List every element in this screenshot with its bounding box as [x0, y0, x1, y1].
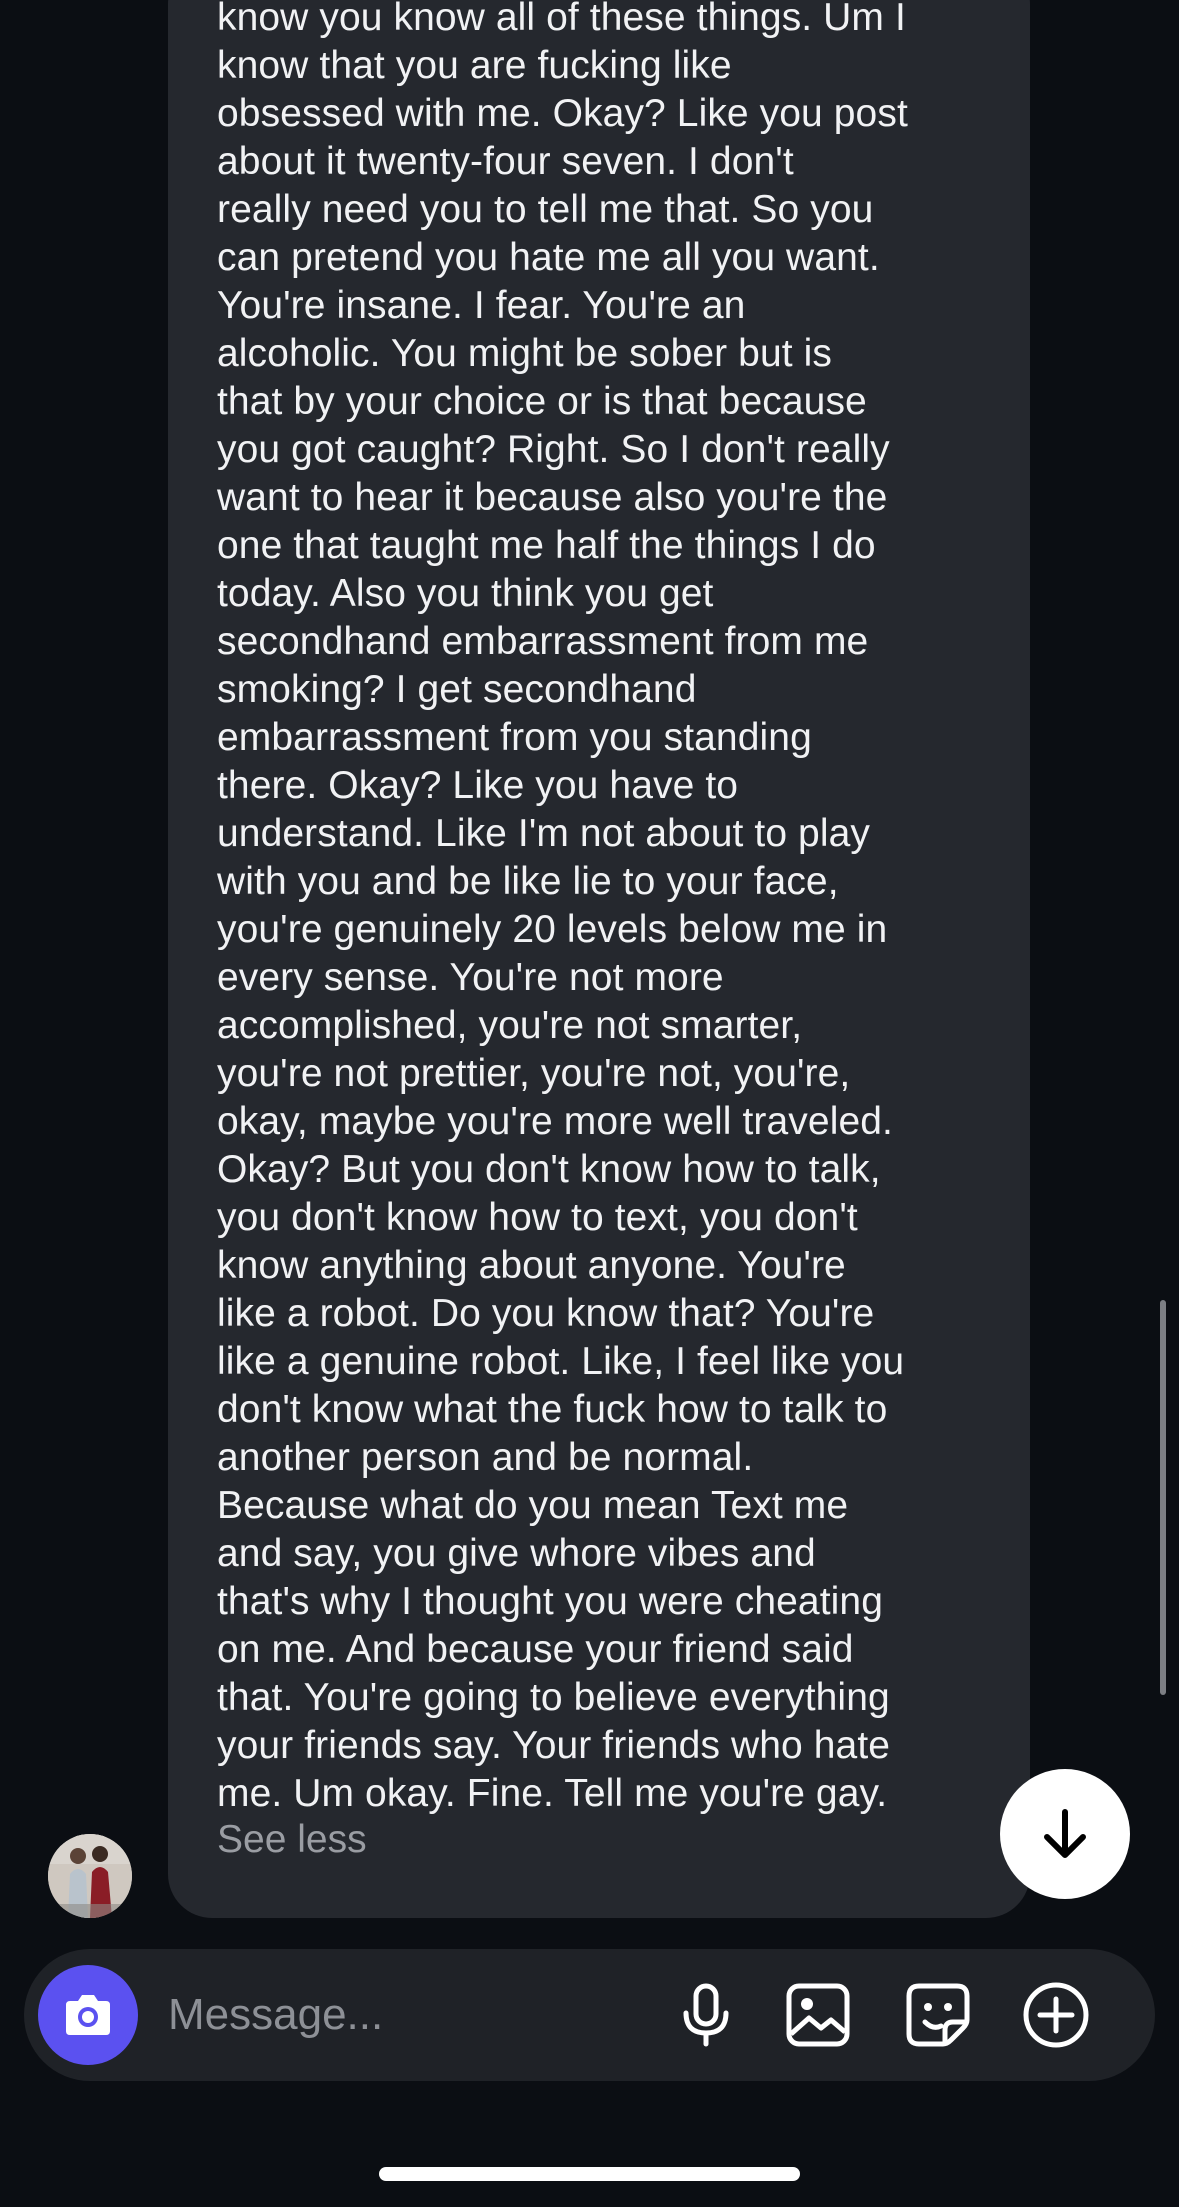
message-line: accomplished, you're not smarter, — [217, 1004, 803, 1047]
camera-button[interactable] — [38, 1965, 138, 2065]
sender-avatar[interactable] — [48, 1834, 132, 1918]
message-line: one that taught me half the things I do — [217, 524, 876, 567]
message-line: You're insane. I fear. You're an — [217, 284, 746, 327]
message-line: understand. Like I'm not about to play — [217, 812, 870, 855]
message-line: okay, maybe you're more well traveled. — [217, 1100, 893, 1143]
scroll-to-bottom-button[interactable] — [1000, 1769, 1130, 1899]
message-line: your friends say. Your friends who hate — [217, 1724, 891, 1767]
message-line: don't know what the fuck how to talk to — [217, 1388, 888, 1431]
see-less-link[interactable]: See less — [217, 1816, 367, 1864]
home-indicator[interactable] — [379, 2167, 800, 2181]
message-line: know anything about anyone. You're — [217, 1244, 846, 1287]
message-text: know you know all of these things. Um I k… — [217, 0, 1007, 1818]
microphone-icon — [683, 1983, 729, 2047]
message-line: obsessed with me. Okay? Like you post — [217, 92, 908, 135]
plus-circle-icon — [1023, 1982, 1089, 2048]
message-line: Because what do you mean Text me — [217, 1484, 849, 1527]
message-line: every sense. You're not more — [217, 956, 724, 999]
message-line: that's why I thought you were cheating — [217, 1580, 883, 1623]
chat-screen: know you know all of these things. Um I k… — [0, 0, 1179, 2207]
message-line: me. Um okay. Fine. Tell me you're gay. — [217, 1772, 888, 1815]
message-line: there. Okay? Like you have to — [217, 764, 739, 807]
message-line: like a genuine robot. Like, I feel like … — [217, 1340, 905, 1383]
message-line: you're not prettier, you're not, you're, — [217, 1052, 851, 1095]
message-line: like a robot. Do you know that? You're — [217, 1292, 875, 1335]
message-composer — [24, 1949, 1155, 2081]
arrow-down-icon — [1044, 1809, 1086, 1858]
message-line: can pretend you hate me all you want. — [217, 236, 880, 279]
microphone-button[interactable] — [670, 1979, 742, 2051]
message-line: really need you to tell me that. So you — [217, 188, 874, 231]
message-line: embarrassment from you standing — [217, 716, 812, 759]
message-line: secondhand embarrassment from me — [217, 620, 869, 663]
message-line: that by your choice or is that because — [217, 380, 867, 423]
message-line: on me. And because your friend said — [217, 1628, 854, 1671]
message-line: alcoholic. You might be sober but is — [217, 332, 832, 375]
gallery-button[interactable] — [782, 1979, 854, 2051]
message-line: with you and be like lie to your face, — [217, 860, 839, 903]
add-button[interactable] — [1020, 1979, 1092, 2051]
scrollbar-thumb[interactable] — [1160, 1300, 1166, 1695]
message-line: you're genuinely 20 levels below me in — [217, 908, 888, 951]
camera-icon — [66, 1995, 110, 2035]
message-line: know that you are fucking like — [217, 44, 732, 87]
message-line: that. You're going to believe everything — [217, 1676, 890, 1719]
message-line: smoking? I get secondhand — [217, 668, 697, 711]
message-line: want to hear it because also you're the — [217, 476, 888, 519]
sticker-button[interactable] — [902, 1979, 974, 2051]
message-line: you got caught? Right. So I don't really — [217, 428, 890, 471]
message-input[interactable] — [168, 1985, 648, 2045]
message-line: about it twenty-four seven. I don't — [217, 140, 794, 183]
message-line: you don't know how to text, you don't — [217, 1196, 858, 1239]
message-line: and say, you give whore vibes and — [217, 1532, 816, 1575]
sticker-icon — [906, 1983, 970, 2047]
avatar-photo — [48, 1834, 132, 1918]
message-line: another person and be normal. — [217, 1436, 754, 1479]
image-icon — [786, 1983, 850, 2047]
message-line: today. Also you think you get — [217, 572, 714, 615]
message-line: know you know all of these things. Um I — [217, 0, 906, 39]
message-line: Okay? But you don't know how to talk, — [217, 1148, 881, 1191]
